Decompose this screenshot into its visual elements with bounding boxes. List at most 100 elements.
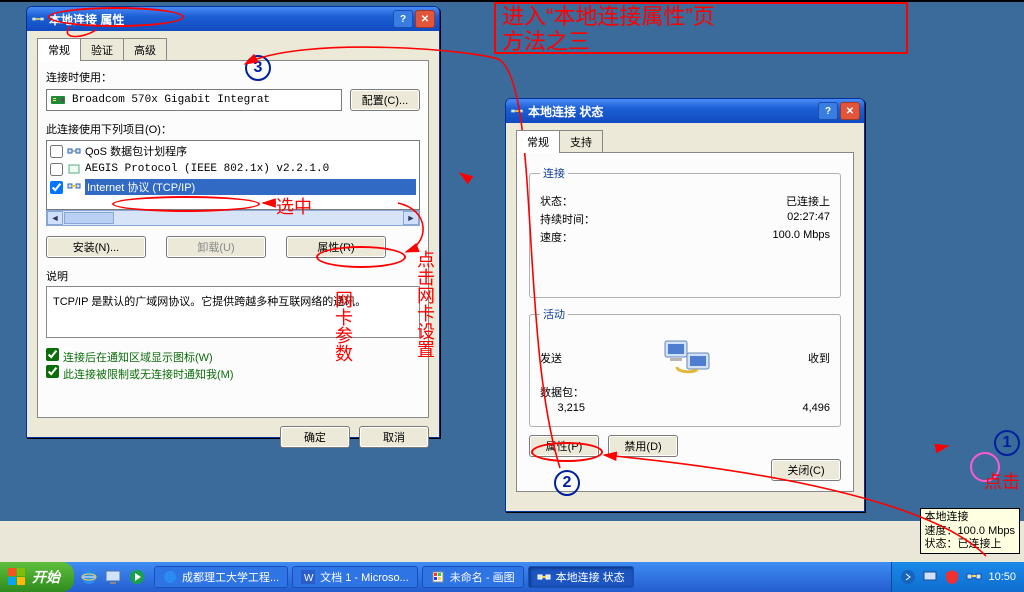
scroll-right-button[interactable]: ► — [403, 211, 419, 225]
state-label: 状态： — [540, 193, 573, 209]
tooltip-line: 本地连接 — [925, 511, 1015, 524]
titlebar-close-button[interactable]: ✕ — [415, 10, 435, 28]
group-connection: 连接 — [540, 165, 568, 181]
network-icon — [510, 104, 524, 118]
title-text: 本地连接 状态 — [528, 103, 603, 120]
packets-sent: 3,215 — [557, 402, 585, 414]
tooltip-line: 状态：已连接上 — [925, 538, 1015, 551]
tab-auth[interactable]: 验证 — [80, 38, 124, 61]
word-icon: W — [301, 570, 315, 584]
tray-monitor-icon[interactable] — [922, 569, 938, 585]
titlebar-help-button[interactable]: ? — [393, 10, 413, 28]
recv-label: 收到 — [808, 350, 830, 366]
tray-network-icon[interactable] — [966, 569, 982, 585]
task-label: 本地连接 状态 — [556, 569, 625, 585]
packets-label: 数据包： — [540, 384, 584, 400]
tooltip-line: 速度：100.0 Mbps — [925, 525, 1015, 538]
item-checkbox[interactable] — [50, 181, 63, 194]
speed-value: 100.0 Mbps — [773, 229, 830, 245]
service-icon — [67, 163, 81, 175]
scroll-thumb[interactable] — [64, 212, 114, 224]
desktop-icon[interactable] — [104, 568, 122, 586]
description-text: TCP/IP 是默认的广域网协议。它提供跨越多种互联网络的通讯。 — [46, 286, 420, 338]
ie-icon — [163, 570, 177, 584]
task-button[interactable]: W 文档 1 - Microso... — [292, 566, 418, 588]
tab-general[interactable]: 常规 — [516, 130, 560, 153]
show-tray-icon-checkbox[interactable]: 连接后在通知区域显示图标(W) — [46, 348, 420, 365]
duration-value: 02:27:47 — [787, 211, 830, 227]
ok-button[interactable]: 确定 — [280, 426, 350, 448]
tabs: 常规 支持 — [516, 129, 854, 152]
network-icon — [537, 570, 551, 584]
scroll-track[interactable] — [115, 211, 403, 225]
task-button[interactable]: 未命名 - 画图 — [422, 566, 524, 588]
item-label: QoS 数据包计划程序 — [85, 143, 416, 159]
disable-button[interactable]: 禁用(D) — [608, 435, 678, 457]
tray-tooltip: 本地连接 速度：100.0 Mbps 状态：已连接上 — [920, 508, 1020, 554]
desktop-area-light — [0, 521, 1024, 562]
adapter-name: Broadcom 570x Gigabit Integrat — [72, 94, 270, 106]
tab-support[interactable]: 支持 — [559, 130, 603, 153]
tab-advanced[interactable]: 高级 — [123, 38, 167, 61]
title-text: 本地连接 属性 — [49, 11, 124, 28]
list-item[interactable]: QoS 数据包计划程序 — [48, 142, 418, 160]
tab-general[interactable]: 常规 — [37, 38, 81, 61]
service-icon — [67, 145, 81, 157]
tcpip-properties-button[interactable]: 属性(R) — [286, 236, 386, 258]
uninstall-button[interactable]: 卸载(U) — [166, 236, 266, 258]
close-button[interactable]: 关闭(C) — [771, 459, 841, 481]
cancel-button[interactable]: 取消 — [359, 426, 429, 448]
paint-icon — [431, 570, 445, 584]
task-button[interactable]: 成都理工大学工程... — [154, 566, 288, 588]
list-item[interactable]: AEGIS Protocol (IEEE 802.1x) v2.2.1.0 — [48, 160, 418, 178]
window-lan-properties: 本地连接 属性 ? ✕ 常规 验证 高级 连接时使用： Broadcom 570… — [26, 6, 440, 438]
windows-logo-icon — [8, 568, 26, 586]
task-label: 成都理工大学工程... — [182, 569, 279, 585]
adapter-field: Broadcom 570x Gigabit Integrat — [46, 89, 342, 111]
start-label: 开始 — [32, 567, 60, 587]
item-checkbox[interactable] — [50, 163, 63, 176]
cb-label: 连接后在通知区域显示图标(W) — [63, 352, 213, 364]
item-label: AEGIS Protocol (IEEE 802.1x) v2.2.1.0 — [85, 163, 416, 175]
listbox-hscroll[interactable]: ◄ ► — [46, 210, 420, 226]
configure-button[interactable]: 配置(C)... — [350, 89, 420, 111]
group-activity: 活动 — [540, 306, 568, 322]
ie-icon[interactable] — [80, 568, 98, 586]
tray-chevron-icon[interactable] — [900, 569, 916, 585]
components-listbox[interactable]: QoS 数据包计划程序 AEGIS Protocol (IEEE 802.1x)… — [46, 140, 420, 210]
taskbar: 开始 成都理工大学工程... W 文档 1 - Microso... 未命名 -… — [0, 562, 1024, 592]
item-checkbox[interactable] — [50, 145, 63, 158]
status-properties-button[interactable]: 属性(P) — [529, 435, 599, 457]
description-label: 说明 — [46, 268, 420, 284]
install-button[interactable]: 安装(N)... — [46, 236, 146, 258]
task-button-active[interactable]: 本地连接 状态 — [528, 566, 634, 588]
sent-label: 发送 — [540, 350, 562, 366]
titlebar-close-button[interactable]: ✕ — [840, 102, 860, 120]
state-value: 已连接上 — [786, 193, 830, 209]
scroll-left-button[interactable]: ◄ — [47, 211, 63, 225]
quick-launch — [74, 562, 152, 592]
media-icon[interactable] — [128, 568, 146, 586]
duration-label: 持续时间： — [540, 211, 595, 227]
start-button[interactable]: 开始 — [0, 562, 74, 592]
system-tray: 10:50 — [891, 562, 1024, 592]
nic-icon — [51, 94, 67, 106]
svg-text:W: W — [304, 573, 314, 584]
network-icon — [31, 12, 45, 26]
cb-label: 此连接被限制或无连接时通知我(M) — [63, 369, 234, 381]
tabs: 常规 验证 高级 — [37, 37, 429, 60]
item-label: Internet 协议 (TCP/IP) — [85, 179, 416, 195]
notify-limited-checkbox[interactable]: 此连接被限制或无连接时通知我(M) — [46, 365, 420, 382]
titlebar-lan-status[interactable]: 本地连接 状态 ? ✕ — [506, 99, 864, 123]
items-label: 此连接使用下列项目(O)： — [46, 121, 420, 137]
speed-label: 速度： — [540, 229, 573, 245]
packets-recv: 4,496 — [802, 402, 830, 414]
list-item-selected[interactable]: Internet 协议 (TCP/IP) — [48, 178, 418, 196]
window-lan-status: 本地连接 状态 ? ✕ 常规 支持 连接 状态： 已连接上 持续时间： 02:27:… — [505, 98, 865, 512]
connect-using-label: 连接时使用： — [46, 69, 420, 85]
tray-clock: 10:50 — [988, 571, 1016, 583]
titlebar-help-button[interactable]: ? — [818, 102, 838, 120]
task-label: 文档 1 - Microso... — [320, 569, 409, 585]
tray-shield-icon[interactable] — [944, 569, 960, 585]
titlebar-lan-properties[interactable]: 本地连接 属性 ? ✕ — [27, 7, 439, 31]
